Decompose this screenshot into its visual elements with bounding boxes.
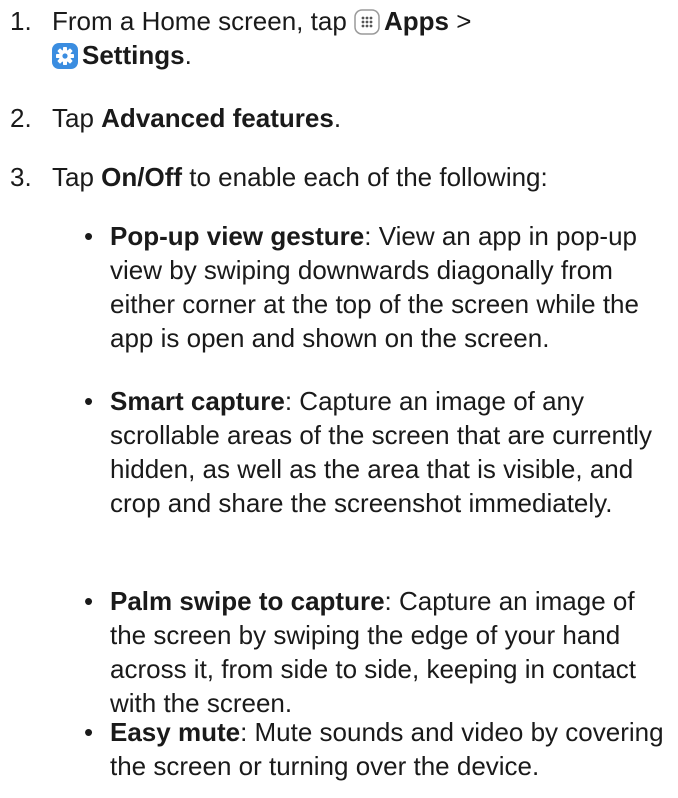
step-number: 3. <box>10 162 32 192</box>
feature-title: Smart capture <box>110 386 285 416</box>
apps-label: Apps <box>384 6 450 36</box>
on-off-label: On/Off <box>101 162 183 192</box>
menu-separator: > <box>456 6 472 36</box>
step-suffix: to enable each of the following: <box>189 162 548 192</box>
feature-text: Smart capture: Capture an image of any s… <box>110 384 674 520</box>
step-text: Tap On/Off to enable each of the followi… <box>52 160 670 194</box>
step-number: 1. <box>10 6 32 36</box>
advanced-features-label: Advanced features <box>101 103 334 133</box>
bullet-dot: • <box>84 386 94 416</box>
step-prefix: From a Home screen, tap <box>52 6 347 36</box>
settings-label: Settings <box>82 40 185 70</box>
feature-text: Pop-up view gesture: View an app in pop-… <box>110 219 674 355</box>
feature-title: Easy mute <box>110 717 241 747</box>
instructions-document: 1. From a Home screen, tap Apps > Settin… <box>0 0 678 798</box>
step-text: From a Home screen, tap Apps > Settings. <box>52 4 670 72</box>
feature-text: Easy mute: Mute sounds and video by cove… <box>110 715 674 783</box>
feature-title: Palm swipe to capture <box>110 586 385 616</box>
feature-text: Palm swipe to capture: Capture an image … <box>110 584 674 720</box>
step-prefix: Tap <box>52 103 94 133</box>
step-suffix: . <box>333 103 342 133</box>
bullet-dot: • <box>84 586 94 616</box>
bullet-dot: • <box>84 221 94 251</box>
apps-grid-icon <box>354 9 380 35</box>
step-text: Tap Advanced features. <box>52 101 670 135</box>
settings-gear-icon <box>52 43 78 69</box>
step-number: 2. <box>10 103 32 133</box>
step-prefix: Tap <box>52 162 94 192</box>
feature-title: Pop-up view gesture <box>110 221 365 251</box>
step-suffix: . <box>184 40 192 70</box>
bullet-dot: • <box>84 717 94 747</box>
